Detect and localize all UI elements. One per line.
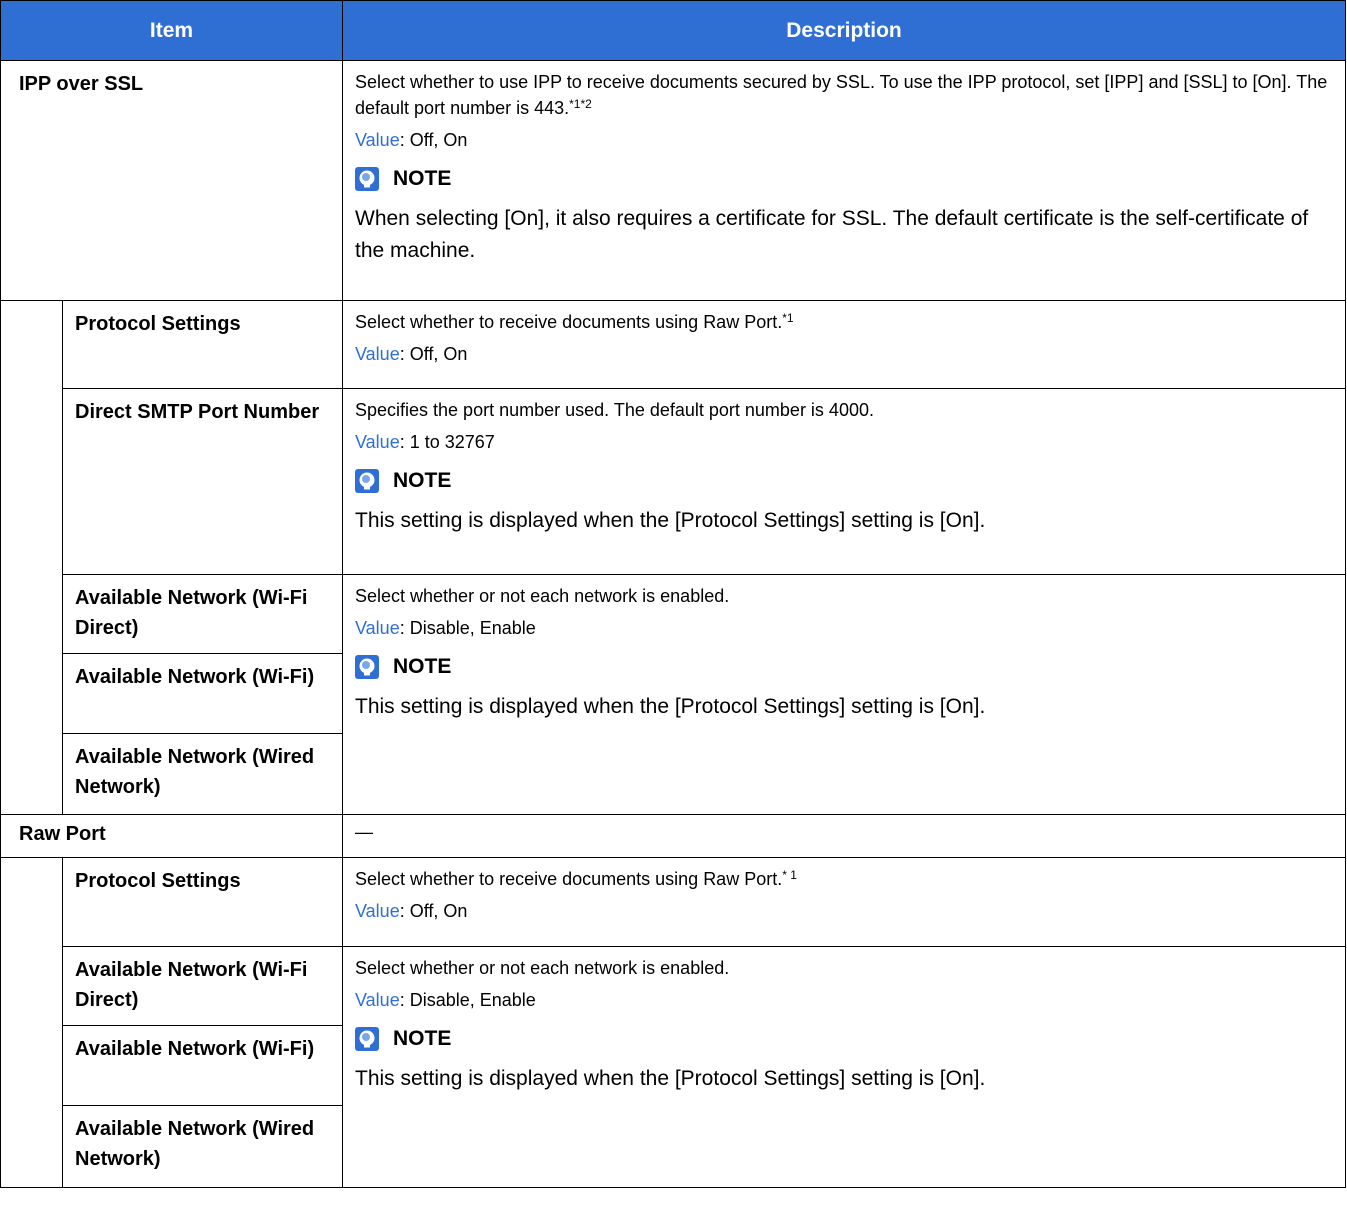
item-cell: Raw Port [0, 814, 343, 858]
note-heading: NOTE [355, 167, 1333, 191]
header-description: Description [342, 0, 1346, 61]
header-item: Item [0, 0, 343, 61]
item-cell: Available Network (Wi-Fi Direct) [62, 946, 343, 1026]
document-page: Item Description IPP over SSL Select whe… [0, 0, 1347, 1209]
note-heading: NOTE [355, 1027, 1333, 1051]
value-line: Value: Off, On [355, 130, 468, 150]
note-label: NOTE [393, 469, 452, 492]
table-row-available-network: Available Network (Wi-Fi Direct) Select … [0, 946, 1346, 1188]
value-line: Value: Off, On [355, 901, 468, 921]
settings-table: Item Description IPP over SSL Select whe… [0, 0, 1346, 1188]
lightbulb-icon [355, 655, 379, 679]
table-row-direct-smtp-port: Direct SMTP Port Number Specifies the po… [0, 388, 1346, 575]
note-heading: NOTE [355, 655, 1333, 679]
description-cell: — [342, 814, 1346, 858]
footnote-ref: *1*2 [569, 97, 592, 111]
item-cell: Available Network (Wi-Fi) [62, 653, 343, 734]
table-row-ipp-over-ssl: IPP over SSL Select whether to use IPP t… [0, 60, 1346, 301]
note-text: This setting is displayed when the [Prot… [355, 509, 986, 532]
description-cell: Select whether to receive documents usin… [342, 857, 1346, 947]
item-cell: Available Network (Wired Network) [62, 1105, 343, 1188]
value-line: Value: Disable, Enable [355, 990, 536, 1010]
item-cell: Available Network (Wired Network) [62, 733, 343, 815]
note-text: This setting is displayed when the [Prot… [355, 695, 986, 718]
value-key: Value [355, 344, 400, 364]
description-cell: Select whether to receive documents usin… [342, 300, 1346, 389]
table-header-row: Item Description [0, 0, 1346, 61]
table-row-protocol-settings: Protocol Settings Select whether to rece… [0, 300, 1346, 389]
description-text: Select whether or not each network is en… [355, 586, 730, 606]
description-cell: Select whether to use IPP to receive doc… [342, 60, 1346, 301]
description-text: — [355, 822, 373, 842]
table-row-raw-protocol-settings: Protocol Settings Select whether to rece… [0, 857, 1346, 947]
table-row-raw-port: Raw Port — [0, 814, 1346, 858]
note-text: This setting is displayed when the [Prot… [355, 1067, 986, 1090]
value-line: Value: Off, On [355, 344, 468, 364]
description-cell: Select whether or not each network is en… [342, 946, 1346, 1188]
description-text: Select whether to receive documents usin… [355, 311, 794, 332]
value-key: Value [355, 432, 400, 452]
value-line: Value: 1 to 32767 [355, 432, 495, 452]
value-key: Value [355, 990, 400, 1010]
item-cell: IPP over SSL [0, 60, 343, 301]
note-label: NOTE [393, 167, 452, 190]
description-text: Select whether or not each network is en… [355, 958, 730, 978]
description-text: Select whether to use IPP to receive doc… [355, 72, 1328, 118]
note-text: When selecting [On], it also requires a … [355, 207, 1309, 262]
table-row-available-network: Available Network (Wi-Fi Direct) Select … [0, 574, 1346, 815]
item-cell: Available Network (Wi-Fi Direct) [62, 574, 343, 654]
note-label: NOTE [393, 1027, 452, 1050]
item-cell: Direct SMTP Port Number [62, 388, 343, 575]
note-label: NOTE [393, 655, 452, 678]
item-cell: Protocol Settings [62, 300, 343, 389]
footnote-ref: *1 [782, 311, 794, 325]
description-cell: Select whether or not each network is en… [342, 574, 1346, 815]
value-key: Value [355, 901, 400, 921]
lightbulb-icon [355, 167, 379, 191]
value-key: Value [355, 130, 400, 150]
item-cell: Available Network (Wi-Fi) [62, 1025, 343, 1106]
value-line: Value: Disable, Enable [355, 618, 536, 638]
value-key: Value [355, 618, 400, 638]
footnote-ref: * 1 [782, 868, 797, 882]
note-heading: NOTE [355, 469, 1333, 493]
lightbulb-icon [355, 469, 379, 493]
description-text: Select whether to receive documents usin… [355, 868, 797, 889]
lightbulb-icon [355, 1027, 379, 1051]
description-cell: Specifies the port number used. The defa… [342, 388, 1346, 575]
description-text: Specifies the port number used. The defa… [355, 400, 874, 420]
item-cell: Protocol Settings [62, 857, 343, 947]
